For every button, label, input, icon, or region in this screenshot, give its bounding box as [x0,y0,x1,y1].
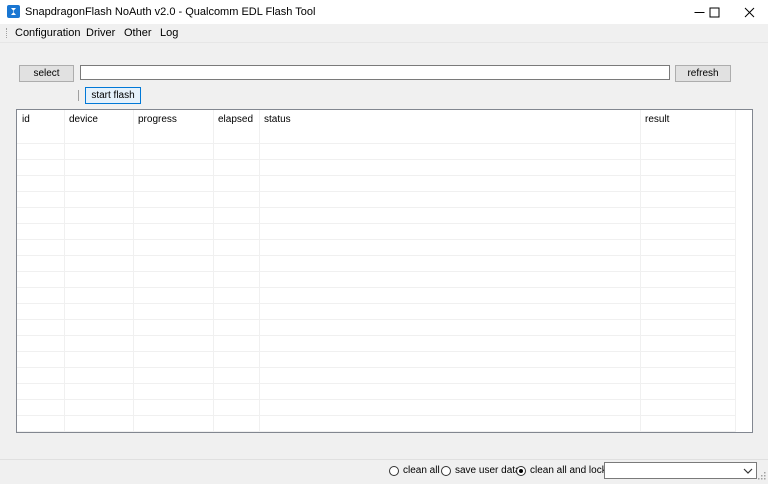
radio-selected-dot [519,468,523,473]
grid-row-line [17,287,735,288]
grid-row-line [17,175,735,176]
menu-log[interactable]: Log [160,27,178,39]
grid-row-line [17,223,735,224]
column-divider [735,110,736,432]
option-clean-all[interactable]: clean all [389,465,440,476]
option-label: clean all [403,465,440,476]
grid-row-line [17,255,735,256]
select-button[interactable]: select [19,65,74,82]
grid-row-line [17,239,735,240]
device-list-header: id device progress elapsed status result [17,110,752,130]
grid-row-line [17,143,735,144]
column-header-result[interactable]: result [640,110,735,130]
column-header-elapsed[interactable]: elapsed [213,110,259,130]
close-icon [744,7,754,17]
grid-row-line [17,271,735,272]
column-header-progress[interactable]: progress [133,110,213,130]
grid-row-line [17,191,735,192]
grid-row-line [17,399,735,400]
maximize-button[interactable] [694,0,734,24]
refresh-button[interactable]: refresh [675,65,731,82]
grid-row-line [17,319,735,320]
window-title: SnapdragonFlash NoAuth v2.0 - Qualcomm E… [25,6,316,18]
menu-grip [6,28,8,38]
grid-row-line [17,159,735,160]
menu-driver[interactable]: Driver [86,27,115,39]
column-header-id[interactable]: id [17,110,64,130]
grid-row-line [17,415,735,416]
close-button[interactable] [729,0,768,24]
menu-other[interactable]: Other [124,27,152,39]
grid-row-line [17,335,735,336]
radio-button[interactable] [389,465,399,476]
grid-row-line [17,383,735,384]
toolbar-separator [78,90,79,101]
device-list[interactable]: id device progress elapsed status result [16,109,753,433]
menu-bar: Configuration Driver Other Log [0,24,768,43]
option-label: clean all and lock [530,465,607,476]
radio-button[interactable] [441,465,451,476]
radio-button[interactable] [516,465,526,476]
grid-row-line [17,351,735,352]
option-save-user-data[interactable]: save user data [441,465,521,476]
device-combo-box[interactable] [604,462,757,479]
chevron-down-icon[interactable] [743,466,753,476]
grid-row-line [17,367,735,368]
option-label: save user data [455,465,521,476]
start-flash-button[interactable]: start flash [85,87,141,104]
column-header-device[interactable]: device [64,110,133,130]
title-bar: SnapdragonFlash NoAuth v2.0 - Qualcomm E… [0,0,768,24]
grid-row-line [17,303,735,304]
resize-grip-icon[interactable] [756,472,766,482]
grid-row-line [17,207,735,208]
snapdragon-app-icon [7,5,20,18]
option-clean-all-and-lock[interactable]: clean all and lock [516,465,607,476]
maximize-icon [709,7,719,17]
menu-configuration[interactable]: Configuration [15,27,80,39]
grid-row-line [17,431,735,432]
column-header-status[interactable]: status [259,110,640,130]
path-input[interactable] [80,65,670,80]
